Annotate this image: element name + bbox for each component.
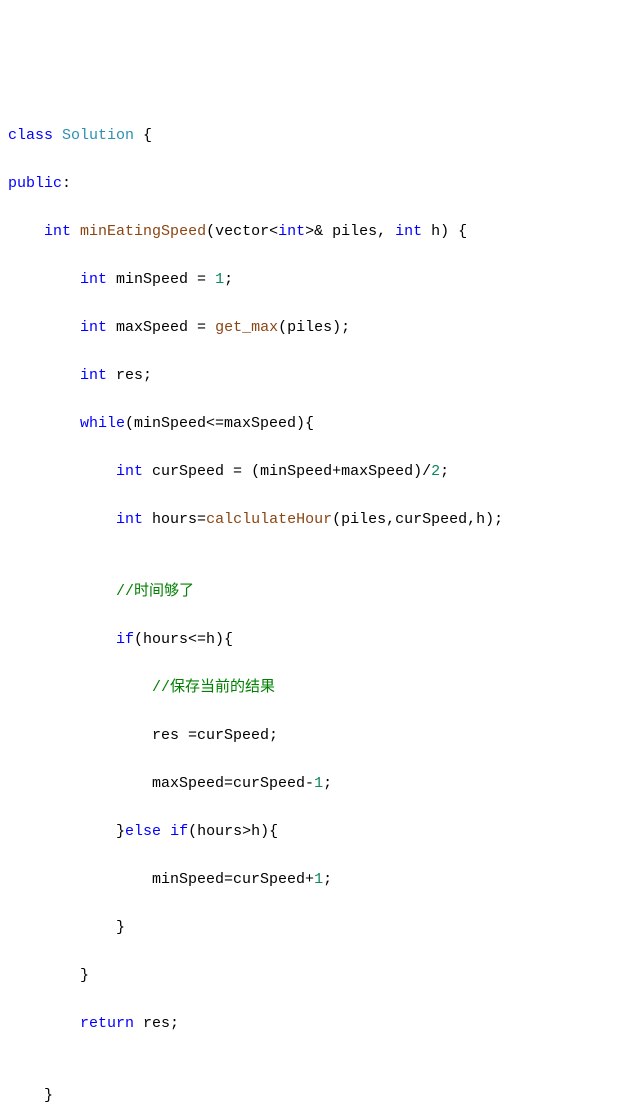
indent	[8, 271, 80, 288]
code-line: //时间够了	[8, 580, 622, 604]
keyword-if: if	[116, 631, 134, 648]
indent	[8, 631, 116, 648]
keyword-int: int	[80, 319, 107, 336]
text: maxSpeed=curSpeed-	[152, 775, 314, 792]
code-line: }	[8, 964, 622, 988]
comment: //保存当前的结果	[152, 679, 275, 696]
number: 1	[215, 271, 224, 288]
function-name: minEatingSpeed	[80, 223, 206, 240]
space	[161, 823, 170, 840]
text: (piles);	[278, 319, 350, 336]
indent	[8, 319, 80, 336]
text: res;	[107, 367, 152, 384]
keyword-return: return	[80, 1015, 134, 1032]
code-line: }else if(hours>h){	[8, 820, 622, 844]
keyword-int: int	[116, 463, 143, 480]
indent	[8, 583, 116, 600]
indent	[8, 679, 152, 696]
keyword-int: int	[80, 367, 107, 384]
text: minSpeed=curSpeed+	[152, 871, 314, 888]
semi: ;	[323, 775, 332, 792]
indent: }	[8, 919, 125, 936]
code-line: //保存当前的结果	[8, 676, 622, 700]
keyword-int: int	[116, 511, 143, 528]
indent	[8, 367, 80, 384]
code-line: int hours=calclulateHour(piles,curSpeed,…	[8, 508, 622, 532]
keyword-int: int	[44, 223, 71, 240]
text: >& piles,	[305, 223, 395, 240]
indent: }	[8, 1087, 53, 1104]
keyword-class: class	[8, 127, 53, 144]
code-line: int minSpeed = 1;	[8, 268, 622, 292]
indent	[8, 1015, 80, 1032]
keyword-public: public	[8, 175, 62, 192]
semi: ;	[440, 463, 449, 480]
indent	[8, 775, 152, 792]
code-line: public:	[8, 172, 622, 196]
type-name: Solution	[62, 127, 134, 144]
semi: ;	[224, 271, 233, 288]
keyword-else: else	[125, 823, 161, 840]
code-line: int curSpeed = (minSpeed+maxSpeed)/2;	[8, 460, 622, 484]
keyword-if: if	[170, 823, 188, 840]
text: (hours>h){	[188, 823, 278, 840]
keyword-int: int	[395, 223, 422, 240]
keyword-int: int	[80, 271, 107, 288]
angle: <	[269, 223, 278, 240]
colon: :	[62, 175, 71, 192]
comment: //时间够了	[116, 583, 194, 600]
code-line: }	[8, 1084, 622, 1104]
keyword-int: int	[278, 223, 305, 240]
text: minSpeed =	[107, 271, 215, 288]
indent	[8, 727, 152, 744]
code-line: }	[8, 916, 622, 940]
code-line: if(hours<=h){	[8, 628, 622, 652]
indent: }	[8, 823, 125, 840]
text: vector	[215, 223, 269, 240]
semi: ;	[323, 871, 332, 888]
function-name: get_max	[215, 319, 278, 336]
number: 1	[314, 871, 323, 888]
text: h) {	[422, 223, 467, 240]
code-line: return res;	[8, 1012, 622, 1036]
indent: }	[8, 967, 89, 984]
code-block: class Solution { public: int minEatingSp…	[8, 100, 622, 1104]
number: 2	[431, 463, 440, 480]
code-line: int minEatingSpeed(vector<int>& piles, i…	[8, 220, 622, 244]
text: (piles,curSpeed,h);	[332, 511, 503, 528]
text: (hours<=h){	[134, 631, 233, 648]
keyword-while: while	[80, 415, 125, 432]
code-line: class Solution {	[8, 124, 622, 148]
code-line: maxSpeed=curSpeed-1;	[8, 772, 622, 796]
text: curSpeed = (minSpeed+maxSpeed)/	[143, 463, 431, 480]
paren: (	[206, 223, 215, 240]
text: (minSpeed<=maxSpeed){	[125, 415, 314, 432]
brace: {	[134, 127, 152, 144]
text: res =curSpeed;	[152, 727, 278, 744]
code-line: int maxSpeed = get_max(piles);	[8, 316, 622, 340]
text: maxSpeed =	[107, 319, 215, 336]
indent	[8, 871, 152, 888]
indent	[8, 511, 116, 528]
indent	[8, 463, 116, 480]
function-name: calclulateHour	[206, 511, 332, 528]
code-line: minSpeed=curSpeed+1;	[8, 868, 622, 892]
code-line: res =curSpeed;	[8, 724, 622, 748]
text: res;	[134, 1015, 179, 1032]
indent	[8, 415, 80, 432]
code-line: while(minSpeed<=maxSpeed){	[8, 412, 622, 436]
text: hours=	[143, 511, 206, 528]
indent	[8, 223, 44, 240]
code-line: int res;	[8, 364, 622, 388]
number: 1	[314, 775, 323, 792]
